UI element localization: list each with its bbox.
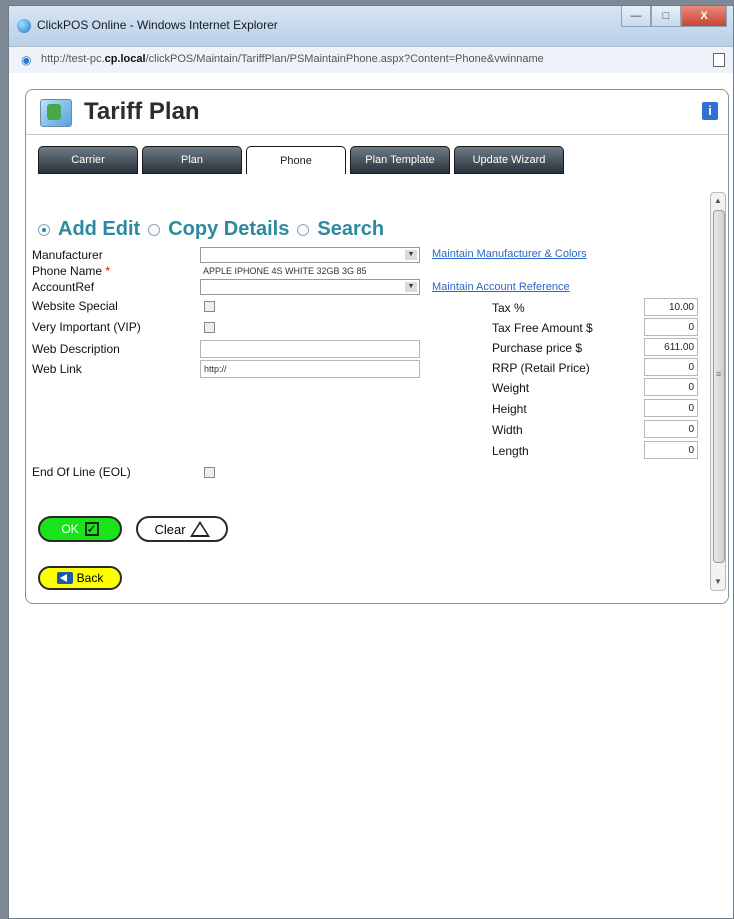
clear-label: Clear [154,521,186,537]
header-divider [26,134,728,135]
radio-copy-details[interactable] [148,223,161,236]
radio-add-edit[interactable] [38,223,50,236]
length-input[interactable]: 0 [644,441,698,459]
window-controls: — □ X [621,6,727,28]
radio-copy-details-label[interactable]: Copy Details [168,218,289,241]
height-input[interactable]: 0 [644,399,698,417]
checkmark-icon: ✓ [84,522,99,536]
browser-window: ClickPOS Online - Windows Internet Explo… [8,5,734,919]
mode-radio-group: Add Edit Copy Details Search [38,218,384,241]
tariff-plan-panel: Tariff Plan i Carrier Plan Phone Plan Te… [25,89,729,604]
url-domain: cp.local [104,53,146,65]
radio-search-label[interactable]: Search [317,218,384,241]
ie-logo-icon [17,19,31,33]
scroll-thumb[interactable] [713,210,725,563]
purchase-price-label: Purchase price $ [492,341,583,355]
web-description-label: Web Description [32,342,120,356]
scroll-grip-icon: ≡ [716,369,722,379]
weight-input[interactable]: 0 [644,378,698,396]
tab-plan-template[interactable]: Plan Template [350,146,450,174]
scroll-down-icon[interactable]: ▼ [711,575,725,589]
vertical-scrollbar[interactable]: ▲ ≡ ▼ [710,192,726,591]
triangle-icon [189,521,210,537]
website-special-checkbox[interactable] [204,301,215,312]
purchase-price-input[interactable]: 611.00 [644,338,698,356]
tab-bar: Carrier Plan Phone Plan Template Update … [38,146,564,174]
phone-name-label: Phone Name * [32,264,111,278]
required-marker: * [105,264,111,278]
ok-button[interactable]: OK ✓ [38,516,122,542]
length-label: Length [492,444,529,458]
chevron-down-icon[interactable]: ▼ [405,282,417,292]
height-label: Height [492,402,527,416]
page-content: Tariff Plan i Carrier Plan Phone Plan Te… [9,73,733,918]
vip-checkbox[interactable] [204,322,215,333]
tariff-plan-icon [40,99,72,127]
tax-free-amount-input[interactable]: 0 [644,318,698,336]
close-button[interactable]: X [681,6,727,27]
address-bar[interactable]: ◉ http://test-pc.cp.local/clickPOS/Maint… [9,46,733,74]
width-input[interactable]: 0 [644,420,698,438]
maintain-account-reference-link[interactable]: Maintain Account Reference [432,281,570,293]
page-title: Tariff Plan [84,98,200,125]
eol-checkbox[interactable] [204,467,215,478]
site-icon: ◉ [21,53,32,67]
back-arrow-icon [56,572,73,584]
tab-phone[interactable]: Phone [246,146,346,174]
accountref-select[interactable]: ▼ [200,279,420,295]
width-label: Width [492,423,523,437]
ok-label: OK [61,522,79,536]
tax-free-amount-label: Tax Free Amount $ [492,321,593,335]
weight-label: Weight [492,381,530,395]
info-icon[interactable]: i [702,102,718,120]
back-button[interactable]: Back [38,566,122,590]
manufacturer-select[interactable]: ▼ [200,247,420,263]
clear-button[interactable]: Clear [136,516,228,542]
tab-carrier[interactable]: Carrier [38,146,138,174]
web-description-input[interactable] [200,340,420,358]
vip-label: Very Important (VIP) [32,320,141,334]
window-title: ClickPOS Online - Windows Internet Explo… [37,18,278,32]
title-bar: ClickPOS Online - Windows Internet Explo… [9,6,733,46]
minimize-button[interactable]: — [621,6,651,27]
panel-header: Tariff Plan i [26,90,728,134]
radio-add-edit-label[interactable]: Add Edit [58,218,140,241]
eol-label: End Of Line (EOL) [32,465,131,479]
scroll-up-icon[interactable]: ▲ [711,194,725,208]
tax-percent-label: Tax % [492,301,525,315]
chevron-down-icon[interactable]: ▼ [405,250,417,260]
web-link-input[interactable]: http:// [200,360,420,378]
rrp-label: RRP (Retail Price) [492,361,590,375]
website-special-label: Website Special [32,299,118,313]
rrp-input[interactable]: 0 [644,358,698,376]
maintain-manufacturer-link[interactable]: Maintain Manufacturer & Colors [432,248,587,260]
maximize-button[interactable]: □ [651,6,681,27]
back-label: Back [76,571,104,585]
radio-search[interactable] [297,223,310,236]
tab-update-wizard[interactable]: Update Wizard [454,146,564,174]
manufacturer-label: Manufacturer [32,248,103,262]
page-icon[interactable] [713,53,725,67]
tax-percent-input[interactable]: 10.00 [644,298,698,316]
address-url[interactable]: http://test-pc.cp.local/clickPOS/Maintai… [41,53,544,65]
accountref-label: AccountRef [32,280,95,294]
web-link-label: Web Link [32,362,82,376]
tab-plan[interactable]: Plan [142,146,242,174]
